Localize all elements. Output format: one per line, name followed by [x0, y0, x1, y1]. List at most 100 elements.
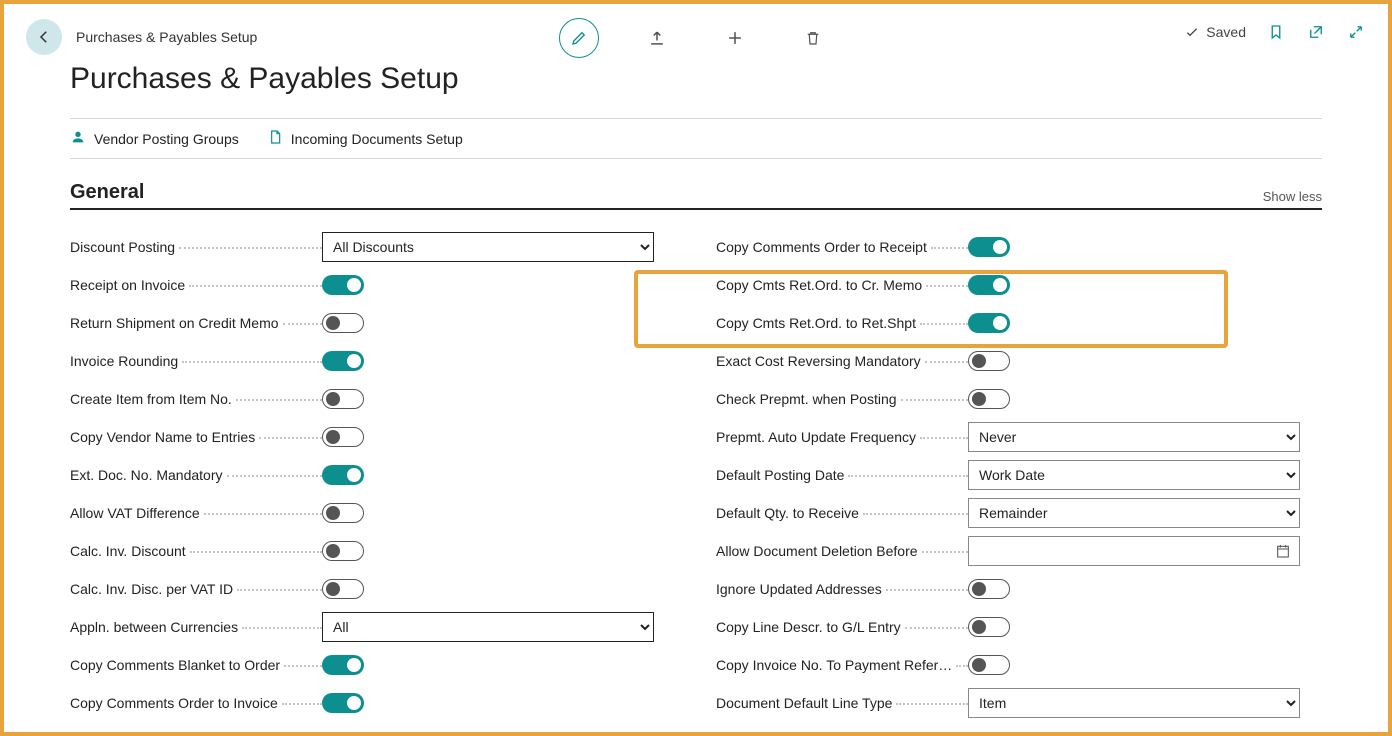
field-control	[968, 389, 1300, 409]
popout-icon	[1307, 23, 1325, 41]
field-label-wrap: Calc. Inv. Disc. per VAT ID	[70, 581, 322, 597]
select-field[interactable]: Remainder	[968, 498, 1300, 528]
toggle-knob	[972, 354, 986, 368]
back-button[interactable]	[26, 19, 62, 55]
toggle-switch[interactable]	[968, 313, 1010, 333]
action-label: Incoming Documents Setup	[291, 131, 463, 147]
field-label: Copy Vendor Name to Entries	[70, 429, 255, 445]
toggle-switch[interactable]	[322, 313, 364, 333]
show-less-link[interactable]: Show less	[1263, 189, 1322, 204]
collapse-button[interactable]	[1346, 22, 1366, 42]
field-control	[322, 427, 654, 447]
center-toolbar	[559, 18, 833, 58]
form-row: Allow Document Deletion Before	[716, 532, 1322, 570]
toggle-switch[interactable]	[968, 275, 1010, 295]
field-control	[322, 503, 654, 523]
label-dots	[848, 468, 968, 482]
label-dots	[190, 544, 322, 558]
toggle-switch[interactable]	[322, 275, 364, 295]
toggle-knob	[972, 582, 986, 596]
label-dots	[179, 240, 322, 254]
field-label: Default Posting Date	[716, 467, 844, 483]
label-dots	[189, 278, 322, 292]
field-label-wrap: Document Default Line Type	[716, 695, 968, 711]
share-button[interactable]	[637, 18, 677, 58]
label-dots	[284, 658, 322, 672]
select-field[interactable]: All Discounts	[322, 232, 654, 262]
field-label: Exact Cost Reversing Mandatory	[716, 353, 921, 369]
toggle-switch[interactable]	[322, 351, 364, 371]
toggle-knob	[972, 658, 986, 672]
toggle-switch[interactable]	[322, 579, 364, 599]
toggle-switch[interactable]	[968, 389, 1010, 409]
toggle-switch[interactable]	[968, 351, 1010, 371]
select-field[interactable]: All	[322, 612, 654, 642]
form-row: Default Qty. to ReceiveRemainder	[716, 494, 1322, 532]
toggle-switch[interactable]	[968, 237, 1010, 257]
field-label-wrap: Copy Line Descr. to G/L Entry	[716, 619, 968, 635]
field-label: Copy Comments Blanket to Order	[70, 657, 280, 673]
label-dots	[236, 392, 322, 406]
toggle-switch[interactable]	[322, 427, 364, 447]
toggle-switch[interactable]	[322, 693, 364, 713]
field-label: Prepmt. Auto Update Frequency	[716, 429, 916, 445]
label-dots	[237, 582, 322, 596]
toggle-switch[interactable]	[322, 465, 364, 485]
action-label: Vendor Posting Groups	[94, 131, 239, 147]
person-icon	[70, 129, 86, 148]
label-dots	[863, 506, 968, 520]
field-control	[968, 237, 1300, 257]
field-label: Return Shipment on Credit Memo	[70, 315, 279, 331]
field-control	[968, 275, 1300, 295]
field-label-wrap: Return Shipment on Credit Memo	[70, 315, 322, 331]
field-control	[322, 693, 654, 713]
edit-button[interactable]	[559, 18, 599, 58]
field-control	[322, 313, 654, 333]
form-row: Calc. Inv. Disc. per VAT ID	[70, 570, 676, 608]
field-label: Copy Comments Order to Receipt	[716, 239, 927, 255]
field-control	[322, 579, 654, 599]
toggle-switch[interactable]	[322, 655, 364, 675]
vendor-posting-groups-link[interactable]: Vendor Posting Groups	[70, 129, 239, 148]
delete-button[interactable]	[793, 18, 833, 58]
field-label-wrap: Copy Comments Order to Invoice	[70, 695, 322, 711]
field-label: Copy Comments Order to Invoice	[70, 695, 278, 711]
toggle-switch[interactable]	[322, 541, 364, 561]
pencil-icon	[570, 29, 588, 47]
form-row: Default Posting Date Work Date	[716, 456, 1322, 494]
field-control	[322, 541, 654, 561]
toggle-switch[interactable]	[322, 389, 364, 409]
field-label-wrap: Calc. Inv. Discount	[70, 543, 322, 559]
field-label: Copy Cmts Ret.Ord. to Cr. Memo	[716, 277, 922, 293]
select-field[interactable]: Never	[968, 422, 1300, 452]
date-field[interactable]	[968, 536, 1300, 566]
toggle-switch[interactable]	[968, 617, 1010, 637]
form-row: Ignore Updated Addresses	[716, 570, 1322, 608]
select-field[interactable]: Work Date	[968, 460, 1300, 490]
incoming-documents-setup-link[interactable]: Incoming Documents Setup	[267, 129, 463, 148]
bookmark-button[interactable]	[1266, 22, 1286, 42]
field-control: Never	[968, 422, 1300, 452]
label-dots	[227, 468, 322, 482]
field-label-wrap: Copy Cmts Ret.Ord. to Ret.Shpt	[716, 315, 968, 331]
field-label-wrap: Check Prepmt. when Posting	[716, 391, 968, 407]
field-label: Appln. between Currencies	[70, 619, 238, 635]
arrow-left-icon	[35, 28, 53, 46]
popout-button[interactable]	[1306, 22, 1326, 42]
form-row: Appln. between Currencies All	[70, 608, 676, 646]
new-button[interactable]	[715, 18, 755, 58]
breadcrumb: Purchases & Payables Setup	[76, 29, 257, 45]
field-label: Calc. Inv. Discount	[70, 543, 186, 559]
toggle-switch[interactable]	[968, 579, 1010, 599]
label-dots	[242, 620, 322, 634]
form-row: Copy Cmts Ret.Ord. to Ret.Shpt	[716, 304, 1322, 342]
top-bar: Purchases & Payables Setup Saved	[4, 4, 1388, 62]
check-icon	[1184, 24, 1200, 40]
toggle-knob	[347, 278, 361, 292]
right-column: Copy Comments Order to Receipt Copy Cmts …	[716, 228, 1322, 722]
toggle-switch[interactable]	[968, 655, 1010, 675]
select-field[interactable]: Item	[968, 688, 1300, 718]
toggle-knob	[347, 354, 361, 368]
label-dots	[283, 316, 322, 330]
toggle-switch[interactable]	[322, 503, 364, 523]
